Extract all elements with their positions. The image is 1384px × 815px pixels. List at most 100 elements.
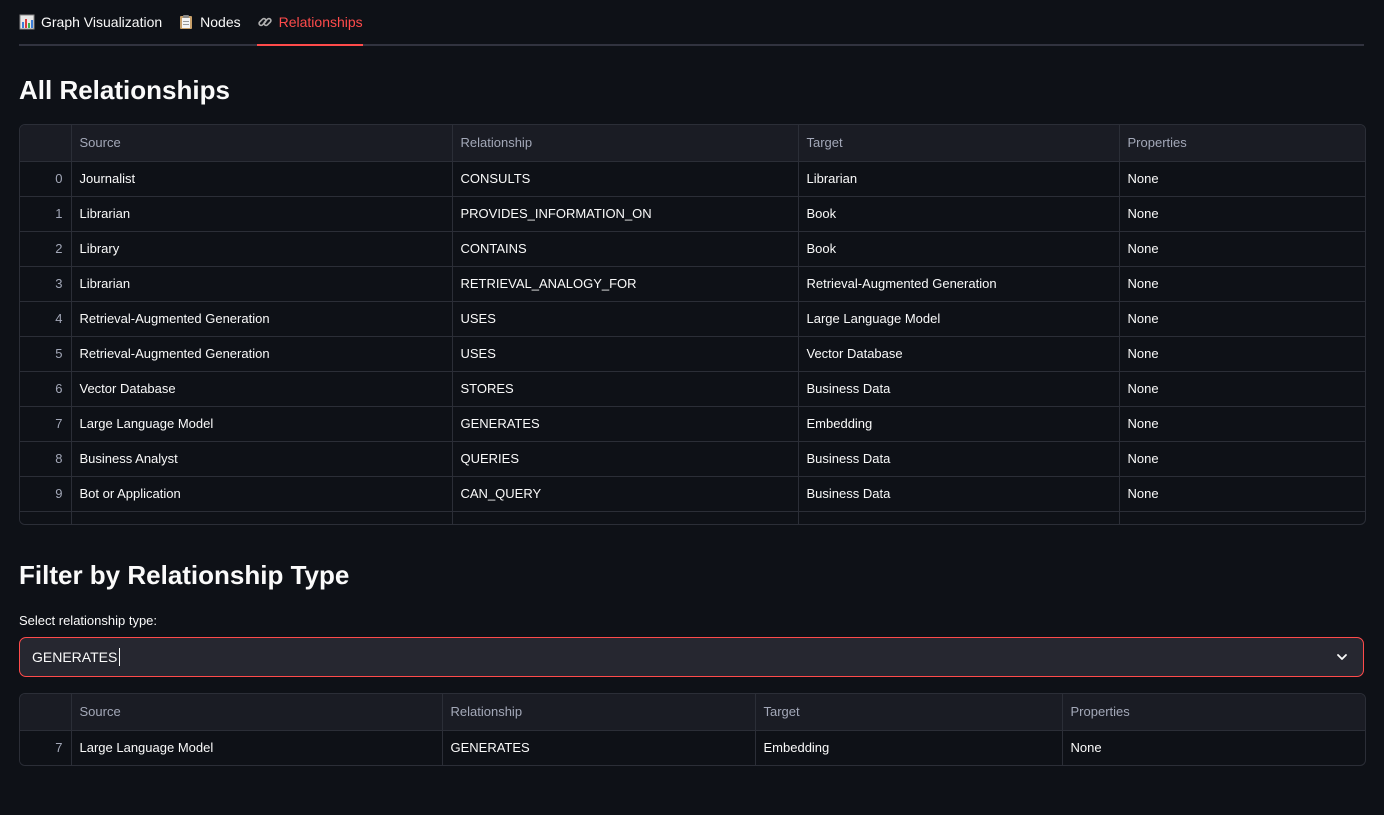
cell-relationship[interactable]: RETRIEVAL_ANALOGY_FOR: [452, 266, 799, 302]
table-row[interactable]: 1 Librarian PROVIDES_INFORMATION_ON Book Non…: [20, 196, 1365, 232]
column-header-target[interactable]: Target: [798, 125, 1120, 162]
tab-label: Relationships: [278, 14, 363, 30]
table-row[interactable]: 8 Business Analyst QUERIES Business Data Non…: [20, 441, 1365, 477]
cell-target[interactable]: Retrieval-Augmented Generation: [798, 266, 1120, 302]
cell-source[interactable]: Vector Database: [71, 371, 453, 407]
cell-idx[interactable]: 5: [20, 336, 72, 372]
cell-target[interactable]: Librarian: [798, 161, 1120, 197]
link-icon: [257, 14, 273, 30]
cell-source[interactable]: Bot or Application: [71, 476, 453, 512]
cell-relationship[interactable]: STORES: [452, 371, 799, 407]
cell-target[interactable]: Large Language Model: [798, 301, 1120, 337]
cell-target[interactable]: Embedding: [755, 730, 1063, 765]
cell-properties[interactable]: None: [1119, 161, 1365, 197]
main-container: Graph Visualization Nodes Relationships …: [19, 0, 1366, 766]
cell-target[interactable]: Book: [798, 231, 1120, 267]
relationship-type-select[interactable]: GENERATES: [19, 637, 1364, 677]
chevron-down-icon[interactable]: [1335, 650, 1349, 664]
cell-idx[interactable]: 8: [20, 441, 72, 477]
cell-relationship[interactable]: GENERATES: [452, 406, 799, 442]
cell-empty: [1119, 511, 1365, 524]
cell-relationship[interactable]: CAN_QUERY: [452, 476, 799, 512]
column-header-source[interactable]: Source: [71, 125, 453, 162]
table-row[interactable]: 5 Retrieval-Augmented Generation USES Vecto…: [20, 336, 1365, 372]
filter-heading: Filter by Relationship Type: [19, 560, 350, 590]
cell-empty: [452, 511, 799, 524]
column-header-source[interactable]: Source: [71, 694, 443, 731]
cell-target[interactable]: Book: [798, 196, 1120, 232]
cell-target[interactable]: Vector Database: [798, 336, 1120, 372]
cell-relationship[interactable]: USES: [452, 301, 799, 337]
cell-idx[interactable]: 7: [20, 730, 72, 765]
cell-source[interactable]: Librarian: [71, 196, 453, 232]
cell-source[interactable]: Business Analyst: [71, 441, 453, 477]
column-header-properties[interactable]: Properties: [1119, 125, 1365, 162]
cell-idx[interactable]: 1: [20, 196, 72, 232]
cell-idx[interactable]: 2: [20, 231, 72, 267]
column-header-properties[interactable]: Properties: [1062, 694, 1365, 731]
cell-relationship[interactable]: USES: [452, 336, 799, 372]
column-header-index[interactable]: [20, 694, 72, 731]
cell-source[interactable]: Retrieval-Augmented Generation: [71, 336, 453, 372]
column-header-target[interactable]: Target: [755, 694, 1063, 731]
filtered-relationships-table[interactable]: Source Relationship Target Properties 7L…: [19, 693, 1366, 766]
cell-target[interactable]: Business Data: [798, 371, 1120, 407]
cell-empty: [20, 511, 72, 524]
cell-properties[interactable]: None: [1119, 231, 1365, 267]
cell-idx[interactable]: 9: [20, 476, 72, 512]
table-row[interactable]: 0 Journalist CONSULTS Librarian None: [20, 161, 1365, 197]
table-row-partial: [20, 511, 1365, 524]
cell-relationship[interactable]: GENERATES: [442, 730, 756, 765]
cell-properties[interactable]: None: [1062, 730, 1365, 765]
cell-properties[interactable]: None: [1119, 371, 1365, 407]
cell-relationship[interactable]: CONSULTS: [452, 161, 799, 197]
select-label: Select relationship type:: [19, 613, 158, 628]
cell-source[interactable]: Retrieval-Augmented Generation: [71, 301, 453, 337]
cell-target[interactable]: Embedding: [798, 406, 1120, 442]
all-relationships-table[interactable]: Source Relationship Target Properties 0J…: [19, 124, 1366, 525]
cell-idx[interactable]: 7: [20, 406, 72, 442]
cell-idx[interactable]: 6: [20, 371, 72, 407]
table-row[interactable]: 6 Vector Database STORES Business Data None: [20, 371, 1365, 407]
table-header-row: Source Relationship Target Properties: [20, 694, 1365, 731]
text-cursor: [119, 648, 121, 666]
table-row[interactable]: 7 Large Language Model GENERATES Embedding N…: [20, 406, 1365, 442]
cell-relationship[interactable]: QUERIES: [452, 441, 799, 477]
tab-relationships[interactable]: Relationships: [256, 0, 363, 46]
cell-relationship[interactable]: CONTAINS: [452, 231, 799, 267]
table-row[interactable]: 2 Library CONTAINS Book None: [20, 231, 1365, 267]
cell-idx[interactable]: 4: [20, 301, 72, 337]
cell-properties[interactable]: None: [1119, 441, 1365, 477]
cell-source[interactable]: Large Language Model: [71, 730, 443, 765]
cell-source[interactable]: Large Language Model: [71, 406, 453, 442]
cell-properties[interactable]: None: [1119, 336, 1365, 372]
cell-properties[interactable]: None: [1119, 476, 1365, 512]
column-header-index[interactable]: [20, 125, 72, 162]
select-value: GENERATES: [32, 649, 118, 665]
cell-properties[interactable]: None: [1119, 266, 1365, 302]
table-row[interactable]: 3 Librarian RETRIEVAL_ANALOGY_FOR Retrieval…: [20, 266, 1365, 302]
cell-source[interactable]: Librarian: [71, 266, 453, 302]
table-row[interactable]: 7 Large Language Model GENERATES Embedding N…: [20, 730, 1365, 765]
table-row[interactable]: 4 Retrieval-Augmented Generation USES Large…: [20, 301, 1365, 337]
tab-bar: Graph Visualization Nodes Relationships: [19, 0, 1364, 46]
bar-chart-icon: [19, 14, 35, 30]
cell-properties[interactable]: None: [1119, 301, 1365, 337]
cell-relationship[interactable]: PROVIDES_INFORMATION_ON: [452, 196, 799, 232]
tab-nodes[interactable]: Nodes: [178, 0, 241, 44]
tab-graph-visualization[interactable]: Graph Visualization: [19, 0, 162, 44]
column-header-relationship[interactable]: Relationship: [452, 125, 799, 162]
column-header-relationship[interactable]: Relationship: [442, 694, 756, 731]
table-header-row: Source Relationship Target Properties: [20, 125, 1365, 162]
cell-target[interactable]: Business Data: [798, 476, 1120, 512]
cell-properties[interactable]: None: [1119, 406, 1365, 442]
all-relationships-heading: All Relationships: [19, 75, 230, 105]
cell-target[interactable]: Business Data: [798, 441, 1120, 477]
cell-idx[interactable]: 3: [20, 266, 72, 302]
cell-source[interactable]: Library: [71, 231, 453, 267]
cell-properties[interactable]: None: [1119, 196, 1365, 232]
table-row[interactable]: 9 Bot or Application CAN_QUERY Business Dat…: [20, 476, 1365, 512]
cell-idx[interactable]: 0: [20, 161, 72, 197]
cell-source[interactable]: Journalist: [71, 161, 453, 197]
cell-empty: [71, 511, 453, 524]
